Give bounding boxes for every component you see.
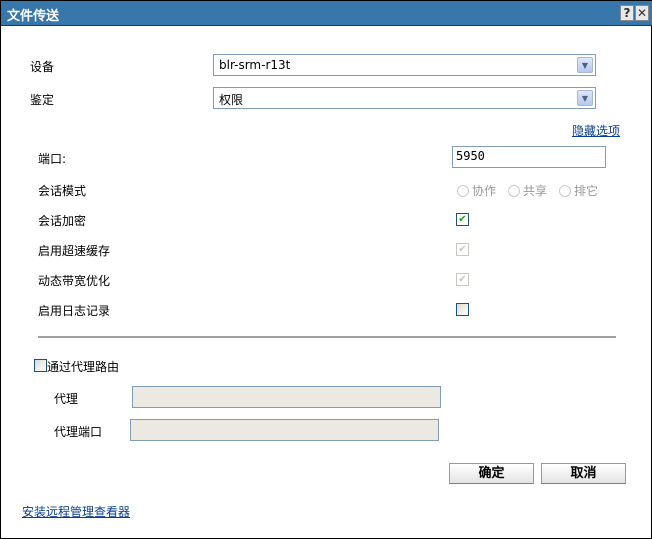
device-label: 设备 [30,60,55,74]
encrypt-checkbox[interactable]: ✔ [456,213,469,226]
session-mode-label: 会话模式 [38,184,87,198]
logging-label: 启用日志记录 [38,304,111,318]
cache-checkbox[interactable]: ✔ [456,243,469,256]
radio-icon [559,184,571,197]
ok-button[interactable]: 确定 [449,463,534,484]
cache-label: 启用超速缓存 [38,244,111,258]
close-button[interactable]: ✕ [635,5,649,21]
divider [38,336,616,338]
radio-label: 协作 [472,184,497,198]
encrypt-label: 会话加密 [38,214,87,228]
help-button[interactable]: ? [620,5,634,21]
cancel-button[interactable]: 取消 [541,463,626,484]
bandwidth-label: 动态带宽优化 [38,274,111,288]
radio-exclusive[interactable]: 排它 [559,182,598,199]
auth-value: 权限 [219,93,244,107]
auth-label: 鉴定 [30,93,55,107]
radio-icon [457,184,469,197]
radio-shared[interactable]: 共享 [508,182,547,199]
radio-collaborate[interactable]: 协作 [457,182,496,199]
dialog-title: 文件传送 [7,9,60,24]
radio-icon [508,184,520,197]
proxy-route-checkbox[interactable] [34,359,47,372]
proxy-route-label: 通过代理路由 [47,360,120,374]
port-label: 端口: [38,152,67,166]
install-viewer-link[interactable]: 安装远程管理查看器 [22,503,130,520]
device-value: blr-srm-r13t [219,58,291,72]
bandwidth-checkbox[interactable]: ✔ [456,273,469,286]
port-input[interactable]: 5950 [452,146,606,168]
proxy-label: 代理 [54,392,79,406]
auth-select[interactable]: 权限 ▼ [213,87,596,109]
hide-options-link[interactable]: 隐藏选项 [572,122,620,139]
logging-checkbox[interactable] [456,303,469,316]
proxy-port-label: 代理端口 [54,425,103,439]
chevron-down-icon[interactable]: ▼ [577,57,593,73]
dialog: 文件传送 ? ✕ 设备 blr-srm-r13t ▼ 鉴定 权限 ▼ 隐藏选项 … [0,0,652,539]
title-bar: 文件传送 ? ✕ [1,1,652,26]
chevron-down-icon[interactable]: ▼ [577,90,593,106]
proxy-port-input[interactable] [130,419,439,441]
radio-label: 排它 [574,184,599,198]
proxy-input[interactable] [132,386,441,408]
device-select[interactable]: blr-srm-r13t ▼ [213,54,596,76]
radio-label: 共享 [523,184,548,198]
